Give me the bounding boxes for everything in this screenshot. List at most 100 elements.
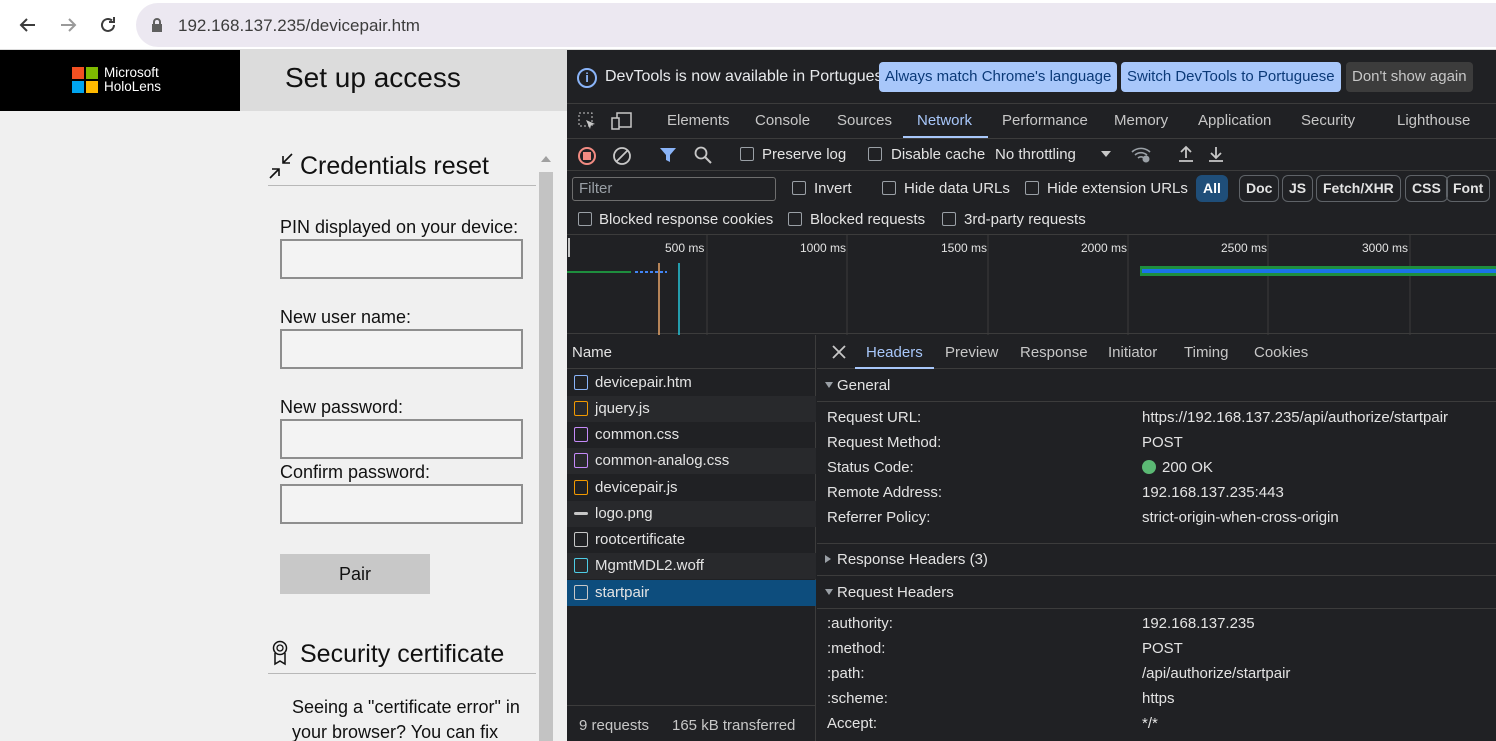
request-row[interactable]: devicepair.htm: [567, 370, 816, 396]
network-conditions-icon[interactable]: [1130, 144, 1152, 164]
chip-doc[interactable]: Doc: [1239, 175, 1280, 202]
chip-font[interactable]: Font: [1446, 175, 1491, 202]
request-row[interactable]: devicepair.js: [567, 475, 816, 501]
inspect-element-icon[interactable]: [577, 111, 597, 131]
request-row[interactable]: jquery.js: [567, 396, 816, 422]
preserve-log-checkbox[interactable]: [740, 147, 754, 161]
device-toolbar-icon[interactable]: [611, 111, 633, 131]
password-label: New password:: [280, 397, 404, 417]
network-timeline[interactable]: 500 ms 1000 ms 1500 ms 2000 ms 2500 ms 3…: [567, 234, 1496, 335]
devtools-tabbar: Elements Console Sources Network Perform…: [567, 104, 1496, 139]
match-language-button[interactable]: Always match Chrome's language: [879, 62, 1118, 92]
invert-label: Invert: [814, 180, 852, 197]
dont-show-again-button[interactable]: Don't show again: [1346, 62, 1473, 92]
url-text: 192.168.137.235/devicepair.htm: [178, 16, 420, 35]
arrow-right-icon: [61, 18, 77, 32]
request-row-selected[interactable]: startpair: [567, 580, 816, 606]
request-row[interactable]: common.css: [567, 422, 816, 448]
filter-input[interactable]: Filter: [572, 177, 776, 201]
general-section-header[interactable]: General: [817, 370, 1496, 402]
back-button[interactable]: [14, 11, 42, 39]
import-har-icon[interactable]: [1177, 145, 1195, 163]
status-ok-icon: [1142, 460, 1156, 474]
preserve-log-label: Preserve log: [762, 146, 847, 163]
request-row[interactable]: common-analog.css: [567, 448, 816, 474]
blocked-cookies-checkbox[interactable]: [578, 212, 592, 226]
request-headers-section-header[interactable]: Request Headers: [817, 577, 1496, 609]
tab-timing[interactable]: Timing: [1184, 344, 1228, 361]
request-row[interactable]: MgmtMDL2.woff: [567, 553, 816, 579]
hide-data-urls-checkbox[interactable]: [882, 181, 896, 195]
chip-all[interactable]: All: [1196, 175, 1228, 202]
invert-checkbox[interactable]: [792, 181, 806, 195]
file-icon: [574, 532, 588, 547]
certificate-icon: [272, 640, 288, 666]
network-summary: 9 requests 165 kB transferred: [567, 705, 816, 741]
request-row[interactable]: logo.png: [567, 501, 816, 527]
certificate-section-header[interactable]: Security certificate: [268, 638, 536, 674]
chevron-down-icon[interactable]: [1100, 150, 1112, 158]
confirm-password-input[interactable]: [280, 484, 523, 524]
chip-css[interactable]: CSS: [1405, 175, 1448, 202]
blocked-requests-label: Blocked requests: [810, 211, 926, 228]
tab-preview[interactable]: Preview: [945, 344, 998, 361]
tab-headers[interactable]: Headers: [866, 344, 923, 361]
logo-text: Microsoft HoloLens: [104, 65, 162, 94]
pin-input[interactable]: [280, 239, 523, 279]
export-har-icon[interactable]: [1207, 145, 1225, 163]
throttling-select[interactable]: No throttling: [995, 146, 1076, 163]
tab-memory[interactable]: Memory: [1114, 112, 1168, 129]
address-bar[interactable]: 192.168.137.235/devicepair.htm: [136, 3, 1496, 47]
name-column-header[interactable]: Name: [567, 335, 816, 369]
tab-console[interactable]: Console: [755, 112, 810, 129]
tab-performance[interactable]: Performance: [1002, 112, 1088, 129]
forward-button[interactable]: [54, 11, 82, 39]
switch-language-button[interactable]: Switch DevTools to Portuguese: [1121, 62, 1341, 92]
blocked-requests-checkbox[interactable]: [788, 212, 802, 226]
tab-initiator[interactable]: Initiator: [1108, 344, 1157, 361]
tab-application[interactable]: Application: [1198, 112, 1271, 129]
filter-icon[interactable]: [659, 146, 677, 164]
header-row: :path:/api/authorize/startpair: [827, 665, 1291, 682]
title-bar: Set up access: [240, 50, 567, 111]
script-icon: [574, 401, 588, 416]
collapse-icon: [269, 153, 293, 179]
reload-button[interactable]: [94, 11, 122, 39]
clear-icon[interactable]: [612, 146, 632, 166]
infobar-message: DevTools is now available in Portuguese!: [605, 68, 896, 85]
tab-cookies[interactable]: Cookies: [1254, 344, 1308, 361]
page-scrollbar[interactable]: [537, 156, 555, 741]
devtools-panel: i DevTools is now available in Portugues…: [567, 50, 1496, 741]
logo-area: Microsoft HoloLens: [0, 50, 240, 111]
chip-js[interactable]: JS: [1282, 175, 1314, 202]
stylesheet-icon: [574, 453, 588, 468]
active-detail-tab-indicator: [855, 367, 934, 369]
password-input[interactable]: [280, 419, 523, 459]
chip-fetch-xhr[interactable]: Fetch/XHR: [1316, 175, 1401, 202]
tab-network[interactable]: Network: [917, 112, 972, 129]
hide-extension-urls-checkbox[interactable]: [1025, 181, 1039, 195]
microsoft-logo-icon: [72, 67, 98, 93]
stop-recording-icon[interactable]: [577, 146, 597, 166]
scroll-thumb[interactable]: [539, 172, 553, 741]
header-row: Request Method: POST: [827, 434, 1183, 451]
third-party-checkbox[interactable]: [942, 212, 956, 226]
username-input[interactable]: [280, 329, 523, 369]
request-row[interactable]: rootcertificate: [567, 527, 816, 553]
detail-tabbar: Headers Preview Response Initiator Timin…: [817, 335, 1496, 369]
tab-elements[interactable]: Elements: [667, 112, 730, 129]
search-icon[interactable]: [694, 146, 712, 164]
tab-security[interactable]: Security: [1301, 112, 1355, 129]
scroll-up-icon[interactable]: [541, 156, 551, 162]
certificate-description: Seeing a "certificate error" in your bro…: [292, 697, 520, 741]
close-icon[interactable]: [832, 345, 846, 359]
pair-button[interactable]: Pair: [280, 554, 430, 594]
disable-cache-label: Disable cache: [891, 146, 986, 163]
response-headers-section-header[interactable]: Response Headers (3): [817, 544, 1496, 576]
header-row: :scheme: https: [827, 690, 1175, 707]
credentials-section-header[interactable]: Credentials reset: [268, 150, 536, 186]
disable-cache-checkbox[interactable]: [868, 147, 882, 161]
tab-response[interactable]: Response: [1020, 344, 1088, 361]
tab-lighthouse[interactable]: Lighthouse: [1397, 112, 1470, 129]
tab-sources[interactable]: Sources: [837, 112, 892, 129]
